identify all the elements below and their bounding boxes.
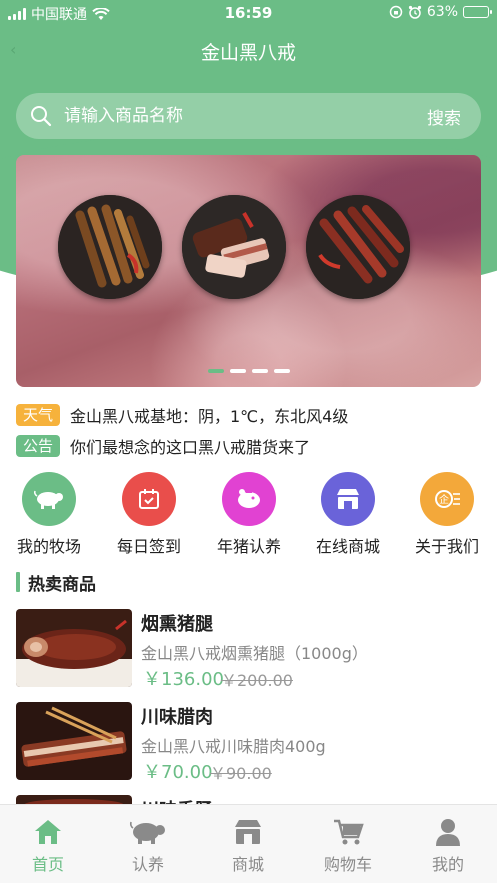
- tab-label: 首页: [31, 855, 64, 874]
- weather-notice[interactable]: 天气 金山黑八戒基地：阴，1℃，东北风4级: [16, 404, 476, 426]
- piggy-bank-icon: [222, 472, 276, 526]
- category-label: 我的牧场: [16, 537, 81, 556]
- svg-text:企: 企: [439, 493, 449, 506]
- banner-product-image-2: [182, 195, 286, 299]
- category-label: 关于我们: [414, 537, 479, 556]
- section-title: 热卖商品: [28, 574, 96, 595]
- carousel-dot: [251, 369, 268, 373]
- rotation-lock-icon: [389, 5, 403, 19]
- product-price: ￥136.00: [143, 669, 224, 690]
- carousel-dot-active: [207, 369, 224, 373]
- tab-adopt[interactable]: 认养: [108, 815, 188, 875]
- pig-icon: [22, 472, 76, 526]
- product-name: 烟熏猪腿: [141, 614, 213, 635]
- carousel-indicator: [16, 369, 481, 373]
- cart-icon: [308, 815, 388, 849]
- weather-text: 金山黑八戒基地：阴，1℃，东北风4级: [70, 407, 349, 426]
- category-nav: 我的牧场 每日签到 年猪认养 在线商城 企 关于我们: [0, 472, 497, 558]
- tab-home[interactable]: 首页: [8, 815, 88, 875]
- product-price: ￥70.00: [143, 762, 213, 783]
- product-item[interactable]: 烟熏猪腿 金山黑八戒烟熏猪腿（1000g） ￥136.00 ￥200.00: [16, 609, 481, 690]
- product-name: 川味腊肉: [141, 707, 213, 728]
- product-description: 金山黑八戒烟熏猪腿（1000g）: [141, 644, 368, 663]
- tab-cart[interactable]: 购物车: [308, 815, 388, 875]
- tab-label: 我的: [431, 855, 464, 874]
- tab-label: 商城: [231, 855, 264, 874]
- weather-tag: 天气: [16, 404, 60, 426]
- tab-bar: 首页 认养 商城 购物车 我的: [0, 804, 497, 883]
- search-bar: 搜索: [16, 93, 481, 139]
- category-my-ranch[interactable]: 我的牧场: [4, 472, 94, 557]
- company-icon: 企: [420, 472, 474, 526]
- carousel-dot: [273, 369, 290, 373]
- tab-label: 认养: [131, 855, 164, 874]
- alarm-icon: [408, 5, 421, 19]
- heading-accent-bar: [16, 572, 20, 592]
- announcement-text: 你们最想念的这口黑八戒腊货来了: [70, 438, 311, 457]
- product-original-price: ￥200.00: [221, 671, 293, 690]
- pig-icon: [108, 815, 188, 849]
- home-icon: [8, 815, 88, 849]
- category-label: 在线商城: [315, 537, 380, 556]
- banner-product-image-3: [306, 195, 410, 299]
- carousel-dot: [229, 369, 246, 373]
- calendar-check-icon: [122, 472, 176, 526]
- category-pig-adoption[interactable]: 年猪认养: [204, 472, 294, 557]
- hot-products-heading: 热卖商品: [16, 571, 96, 595]
- product-description: 金山黑八戒川味腊肉400g: [141, 737, 326, 756]
- tab-profile[interactable]: 我的: [408, 815, 488, 875]
- banner-product-image-1: [58, 195, 162, 299]
- category-label: 每日签到: [116, 537, 181, 556]
- tab-store[interactable]: 商城: [208, 815, 288, 875]
- search-icon: [31, 106, 52, 127]
- battery-icon: [463, 6, 492, 18]
- category-daily-checkin[interactable]: 每日签到: [104, 472, 194, 557]
- store-icon: [208, 815, 288, 849]
- category-about-us[interactable]: 企 关于我们: [402, 472, 492, 557]
- search-button[interactable]: 搜索: [427, 104, 461, 129]
- product-thumbnail: [16, 609, 132, 687]
- search-input[interactable]: [64, 101, 394, 131]
- product-original-price: ￥90.00: [210, 764, 272, 783]
- user-icon: [408, 815, 488, 849]
- page-title: 金山黑八戒: [200, 42, 296, 64]
- tab-label: 购物车: [323, 855, 372, 874]
- nav-bar: ‹ 金山黑八戒: [0, 30, 497, 72]
- banner-carousel[interactable]: [16, 155, 481, 387]
- status-bar: 中国联通 16:59 63%: [0, 0, 497, 26]
- product-item[interactable]: 川味腊肉 金山黑八戒川味腊肉400g ￥70.00 ￥90.00: [16, 702, 481, 783]
- announcement-notice[interactable]: 公告 你们最想念的这口黑八戒腊货来了: [16, 435, 476, 457]
- store-icon: [321, 472, 375, 526]
- product-thumbnail: [16, 702, 132, 780]
- category-online-store[interactable]: 在线商城: [303, 472, 393, 557]
- category-label: 年猪认养: [216, 537, 281, 556]
- battery-percent: 63%: [426, 4, 458, 20]
- announcement-tag: 公告: [16, 435, 60, 457]
